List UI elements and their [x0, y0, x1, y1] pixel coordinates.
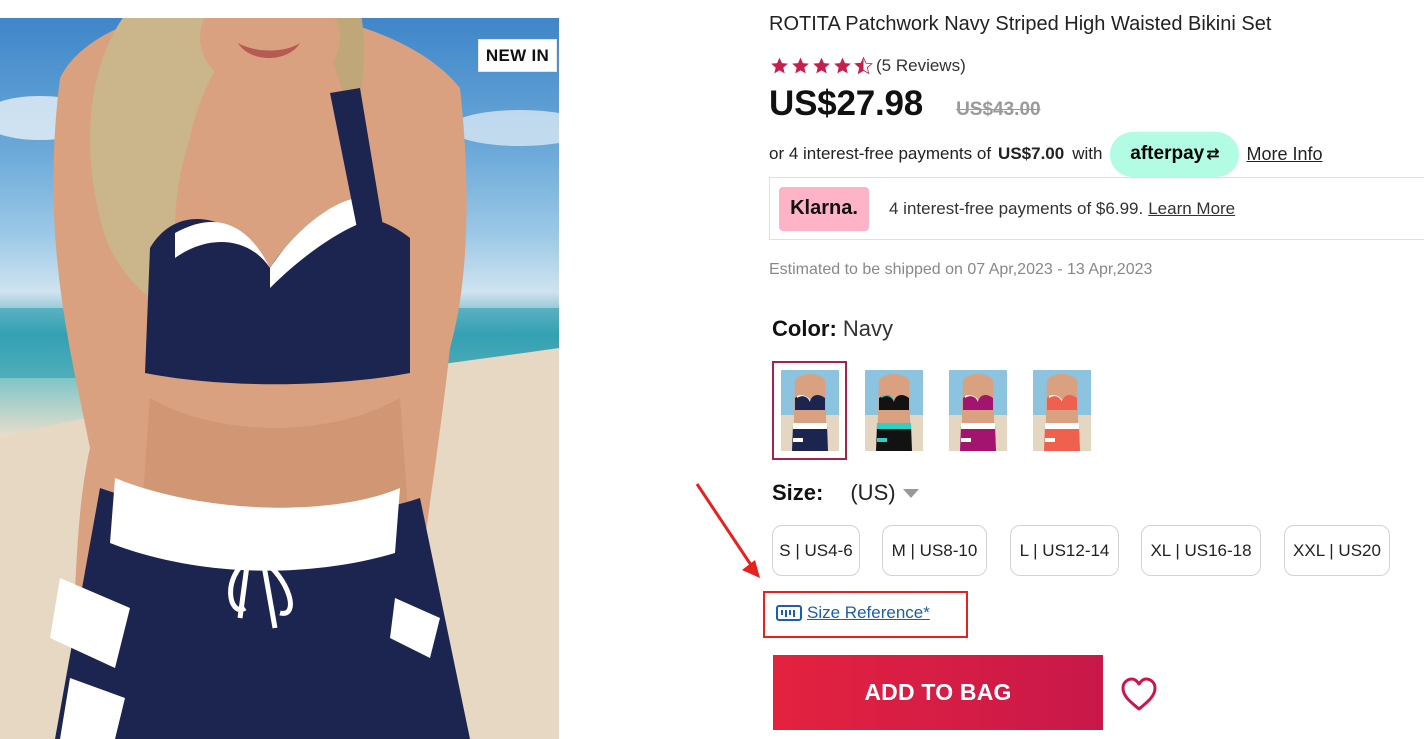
color-selector-label: Color: Navy	[772, 316, 893, 342]
size-selector-label: Size: (US)	[772, 480, 919, 506]
original-price: US$43.00	[956, 99, 1041, 120]
afterpay-prefix: or 4 interest-free payments of	[769, 144, 992, 163]
size-option-xl[interactable]: XL | US16-18	[1141, 525, 1261, 576]
reviews-count[interactable]: (5 Reviews)	[876, 56, 966, 76]
afterpay-brand: afterpay	[1130, 143, 1205, 164]
color-swatches	[772, 361, 1108, 460]
swatch-navy[interactable]	[772, 361, 847, 460]
add-to-bag-button[interactable]: ADD TO BAG	[773, 655, 1103, 730]
size-option-s[interactable]: S | US4-6	[772, 525, 860, 576]
product-photo	[0, 18, 559, 739]
size-reference-link[interactable]: Size Reference*	[776, 603, 930, 623]
size-label: Size:	[772, 480, 824, 505]
shipping-estimate: Estimated to be shipped on 07 Apr,2023 -…	[769, 261, 1153, 278]
size-unit-dropdown[interactable]: (US)	[850, 480, 895, 506]
rating-stars	[769, 56, 874, 76]
size-reference-label: Size Reference*	[807, 603, 930, 622]
klarna-box: Klarna. 4 interest-free payments of $6.9…	[769, 177, 1424, 240]
swatch-thumbnail	[780, 370, 839, 451]
chevron-down-icon[interactable]	[902, 488, 919, 498]
ruler-icon	[776, 605, 802, 621]
product-image[interactable]: NEW IN	[0, 18, 559, 739]
star-icon	[813, 57, 830, 74]
swatch-magenta[interactable]	[940, 361, 1015, 460]
size-option-m[interactable]: M | US8-10	[882, 525, 987, 576]
color-label: Color:	[772, 316, 837, 341]
star-icon	[834, 57, 851, 74]
new-in-badge: NEW IN	[478, 39, 557, 72]
heart-icon[interactable]	[1120, 676, 1158, 712]
klarna-text: 4 interest-free payments of $6.99.	[889, 198, 1144, 218]
star-icon	[792, 57, 809, 74]
size-option-xxl[interactable]: XXL | US20	[1284, 525, 1390, 576]
swatch-thumbnail	[864, 370, 923, 451]
product-rating[interactable]: (5 Reviews)	[769, 55, 966, 77]
swatch-aqua[interactable]	[856, 361, 931, 460]
half-star-icon	[854, 56, 873, 75]
klarna-logo: Klarna.	[779, 186, 869, 231]
swatch-thumbnail	[948, 370, 1007, 451]
swatch-thumbnail	[1032, 370, 1091, 451]
color-value: Navy	[842, 316, 894, 341]
price-row: US$27.98 US$43.00	[769, 84, 1041, 124]
afterpay-with: with	[1072, 144, 1103, 163]
afterpay-logo: afterpay ⇄	[1110, 131, 1240, 177]
current-price: US$27.98	[769, 84, 924, 123]
size-option-l[interactable]: L | US12-14	[1010, 525, 1119, 576]
product-title: ROTITA Patchwork Navy Striped High Waist…	[769, 13, 1272, 35]
afterpay-arrows-icon: ⇄	[1206, 146, 1220, 163]
star-icon	[771, 57, 788, 74]
afterpay-row: or 4 interest-free payments of US$7.00 w…	[769, 131, 1323, 177]
learn-more-link[interactable]: Learn More	[1148, 199, 1235, 219]
swatch-coral[interactable]	[1024, 361, 1099, 460]
more-info-link[interactable]: More Info	[1246, 144, 1322, 165]
afterpay-amount: US$7.00	[998, 144, 1065, 163]
